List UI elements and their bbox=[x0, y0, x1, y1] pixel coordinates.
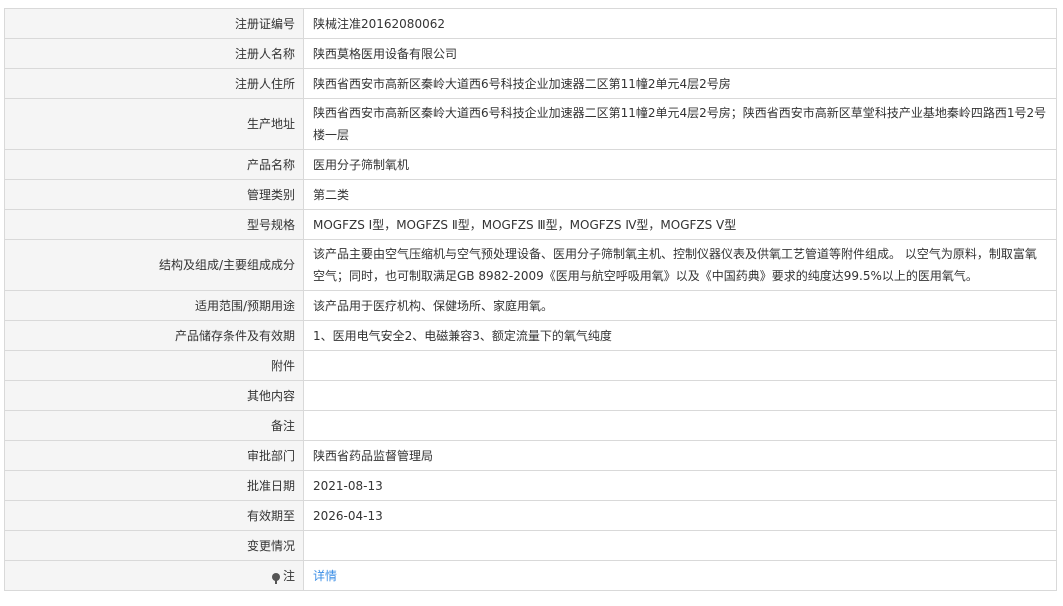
table-row: 批准日期 2021-08-13 bbox=[4, 470, 1057, 501]
field-value: 2026-04-13 bbox=[303, 500, 1057, 531]
field-value: 该产品主要由空气压缩机与空气预处理设备、医用分子筛制氧主机、控制仪器仪表及供氧工… bbox=[303, 239, 1057, 291]
field-value: 陕西省西安市高新区秦岭大道西6号科技企业加速器二区第11幢2单元4层2号房；陕西… bbox=[303, 98, 1057, 150]
field-label: 生产地址 bbox=[4, 98, 304, 150]
field-value: 该产品用于医疗机构、保健场所、家庭用氧。 bbox=[303, 290, 1057, 321]
table-row: 管理类别 第二类 bbox=[4, 179, 1057, 210]
field-value: 2021-08-13 bbox=[303, 470, 1057, 501]
field-value: MOGFZS Ⅰ型，MOGFZS Ⅱ型，MOGFZS Ⅲ型，MOGFZS Ⅳ型，… bbox=[303, 209, 1057, 240]
field-label: 审批部门 bbox=[4, 440, 304, 471]
field-label: 结构及组成/主要组成成分 bbox=[4, 239, 304, 291]
table-row: 附件 bbox=[4, 350, 1057, 381]
field-label: 有效期至 bbox=[4, 500, 304, 531]
table-row: 其他内容 bbox=[4, 380, 1057, 411]
field-value: 1、医用电气安全2、电磁兼容3、额定流量下的氧气纯度 bbox=[303, 320, 1057, 351]
table-row: 注册人名称 陕西莫格医用设备有限公司 bbox=[4, 38, 1057, 69]
table-row: 产品名称 医用分子筛制氧机 bbox=[4, 149, 1057, 180]
table-row: 注册人住所 陕西省西安市高新区秦岭大道西6号科技企业加速器二区第11幢2单元4层… bbox=[4, 68, 1057, 99]
table-row: 型号规格 MOGFZS Ⅰ型，MOGFZS Ⅱ型，MOGFZS Ⅲ型，MOGFZ… bbox=[4, 209, 1057, 240]
field-value: 陕西省药品监督管理局 bbox=[303, 440, 1057, 471]
table-row: 有效期至 2026-04-13 bbox=[4, 500, 1057, 531]
field-value bbox=[303, 380, 1057, 411]
field-label: 适用范围/预期用途 bbox=[4, 290, 304, 321]
field-label: 注册人住所 bbox=[4, 68, 304, 99]
table-row: 生产地址 陕西省西安市高新区秦岭大道西6号科技企业加速器二区第11幢2单元4层2… bbox=[4, 98, 1057, 150]
field-label: 产品储存条件及有效期 bbox=[4, 320, 304, 351]
note-label-cell: 注 bbox=[4, 560, 304, 591]
field-value: 陕械注准20162080062 bbox=[303, 8, 1057, 39]
field-label: 变更情况 bbox=[4, 530, 304, 561]
lightbulb-icon bbox=[271, 572, 280, 584]
field-value bbox=[303, 530, 1057, 561]
field-value: 陕西省西安市高新区秦岭大道西6号科技企业加速器二区第11幢2单元4层2号房 bbox=[303, 68, 1057, 99]
note-label: 注 bbox=[282, 568, 295, 583]
table-row: 适用范围/预期用途 该产品用于医疗机构、保健场所、家庭用氧。 bbox=[4, 290, 1057, 321]
note-value-cell: 详情 bbox=[303, 560, 1057, 591]
details-link[interactable]: 详情 bbox=[313, 569, 337, 583]
field-label: 产品名称 bbox=[4, 149, 304, 180]
field-value: 第二类 bbox=[303, 179, 1057, 210]
table-row: 结构及组成/主要组成成分 该产品主要由空气压缩机与空气预处理设备、医用分子筛制氧… bbox=[4, 239, 1057, 291]
detail-panel: 注册证编号 陕械注准20162080062 注册人名称 陕西莫格医用设备有限公司… bbox=[4, 8, 1057, 591]
field-label: 注册人名称 bbox=[4, 38, 304, 69]
note-row: 注 详情 bbox=[4, 560, 1057, 591]
table-row: 备注 bbox=[4, 410, 1057, 441]
table-row: 注册证编号 陕械注准20162080062 bbox=[4, 8, 1057, 39]
field-label: 型号规格 bbox=[4, 209, 304, 240]
field-value bbox=[303, 410, 1057, 441]
field-value: 医用分子筛制氧机 bbox=[303, 149, 1057, 180]
field-label: 批准日期 bbox=[4, 470, 304, 501]
table-row: 变更情况 bbox=[4, 530, 1057, 561]
field-label: 备注 bbox=[4, 410, 304, 441]
field-label: 注册证编号 bbox=[4, 8, 304, 39]
table-row: 审批部门 陕西省药品监督管理局 bbox=[4, 440, 1057, 471]
table-row: 产品储存条件及有效期 1、医用电气安全2、电磁兼容3、额定流量下的氧气纯度 bbox=[4, 320, 1057, 351]
field-value bbox=[303, 350, 1057, 381]
field-label: 附件 bbox=[4, 350, 304, 381]
field-value: 陕西莫格医用设备有限公司 bbox=[303, 38, 1057, 69]
field-label: 管理类别 bbox=[4, 179, 304, 210]
registration-detail-table: 注册证编号 陕械注准20162080062 注册人名称 陕西莫格医用设备有限公司… bbox=[4, 8, 1057, 591]
field-label: 其他内容 bbox=[4, 380, 304, 411]
